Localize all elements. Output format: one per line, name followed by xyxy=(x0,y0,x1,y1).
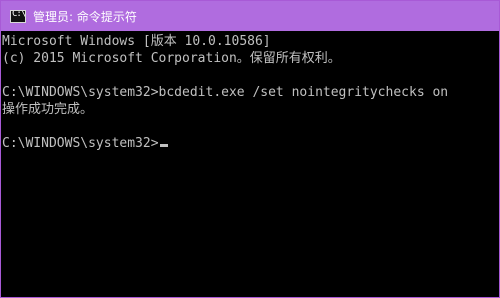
title-bar[interactable]: C:\ 管理员: 命令提示符 xyxy=(1,1,499,31)
console-line-version: Microsoft Windows [版本 10.0.10586] xyxy=(2,34,271,49)
console-prompt: C:\WINDOWS\system32> xyxy=(2,136,159,151)
window-title: 管理员: 命令提示符 xyxy=(33,9,137,24)
text-cursor xyxy=(159,144,168,147)
console-line-command: C:\WINDOWS\system32>bcdedit.exe /set noi… xyxy=(2,85,449,100)
console-output[interactable]: Microsoft Windows [版本 10.0.10586] (c) 20… xyxy=(1,31,499,297)
cmd-window: C:\ 管理员: 命令提示符 Microsoft Windows [版本 10.… xyxy=(0,0,500,298)
cmd-icon: C:\ xyxy=(10,9,26,23)
console-line-result: 操作成功完成。 xyxy=(2,102,94,117)
cmd-icon-glyph: C:\ xyxy=(12,9,26,19)
console-prompt-line[interactable]: C:\WINDOWS\system32> xyxy=(2,135,499,152)
console-line-copyright: (c) 2015 Microsoft Corporation。保留所有权利。 xyxy=(2,51,341,66)
